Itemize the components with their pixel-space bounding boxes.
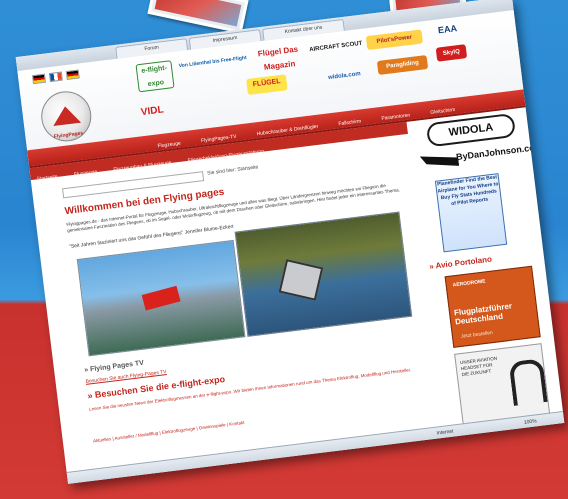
sponsor-skyiq[interactable]: SkyIQ [435,44,468,62]
sponsor-pilotspower[interactable]: Pilot'sPower [365,29,424,51]
language-flags [31,69,80,85]
sponsor-paragliding[interactable]: Paragliding [376,54,429,75]
sponsor-eflightexpo[interactable]: e-flight-expo [135,60,175,93]
bydj-label: ByDanJohnson.com [455,141,544,163]
headset-banner[interactable]: UNSER AVIATION HEADSET FÜR DIE ZUKUNFT [454,343,551,426]
avio-portolano-link[interactable]: » Avio Portolano [429,255,493,272]
sponsor-lilienthal[interactable]: Von Lilienthal bis Free-Flight [177,51,248,73]
flag-de-icon[interactable] [31,73,46,85]
sponsor-widola[interactable]: widola.com [316,66,373,87]
wings-icon [420,152,459,171]
flugplatz-sub: Jetzt bestellen [460,329,494,340]
flag-fr-icon[interactable] [48,71,63,83]
browser-window: Forum Impressum Kontakt über uns FlyingP… [15,0,565,484]
breadcrumb: Sie sind hier: Startseite [206,164,259,177]
screenshot-stage: Forum Impressum Kontakt über uns FlyingP… [15,0,565,484]
plane-icon [51,104,82,126]
sponsor-eaa[interactable]: EAA [427,20,469,41]
subnav-item-start[interactable]: Startseite [30,170,64,186]
headset-icon [508,358,548,406]
flyingpages-logo[interactable]: FlyingPages [38,88,95,145]
logo-label: FlyingPages [53,130,84,140]
sponsor-vidl[interactable]: VIDL [129,102,177,123]
flugplatz-title: Flugplatzführer Deutschland [453,301,513,327]
flag-de2-icon[interactable] [65,69,80,81]
planefinder-banner[interactable]: Planefinder Find the Best Airplane for Y… [434,173,508,253]
headset-text: UNSER AVIATION HEADSET FÜR DIE ZUKUNFT [459,355,498,378]
sponsor-fluegel[interactable]: Flügel Das Magazin [252,42,304,72]
photo-flugtag[interactable] [234,211,413,337]
photo-seaplane[interactable] [76,239,246,357]
sponsor-fluegel-small[interactable]: FLÜGEL [246,74,288,96]
flugplatzfuehrer-banner[interactable]: AERODROME Flugplatzführer Deutschland Je… [444,265,541,348]
flugplatz-top: AERODROME [452,278,486,289]
sponsor-aircraftscout[interactable]: AIRCRAFT SCOUT [308,37,363,57]
main-content: Sie sind hier: Startseite Willkommen bei… [61,140,439,470]
